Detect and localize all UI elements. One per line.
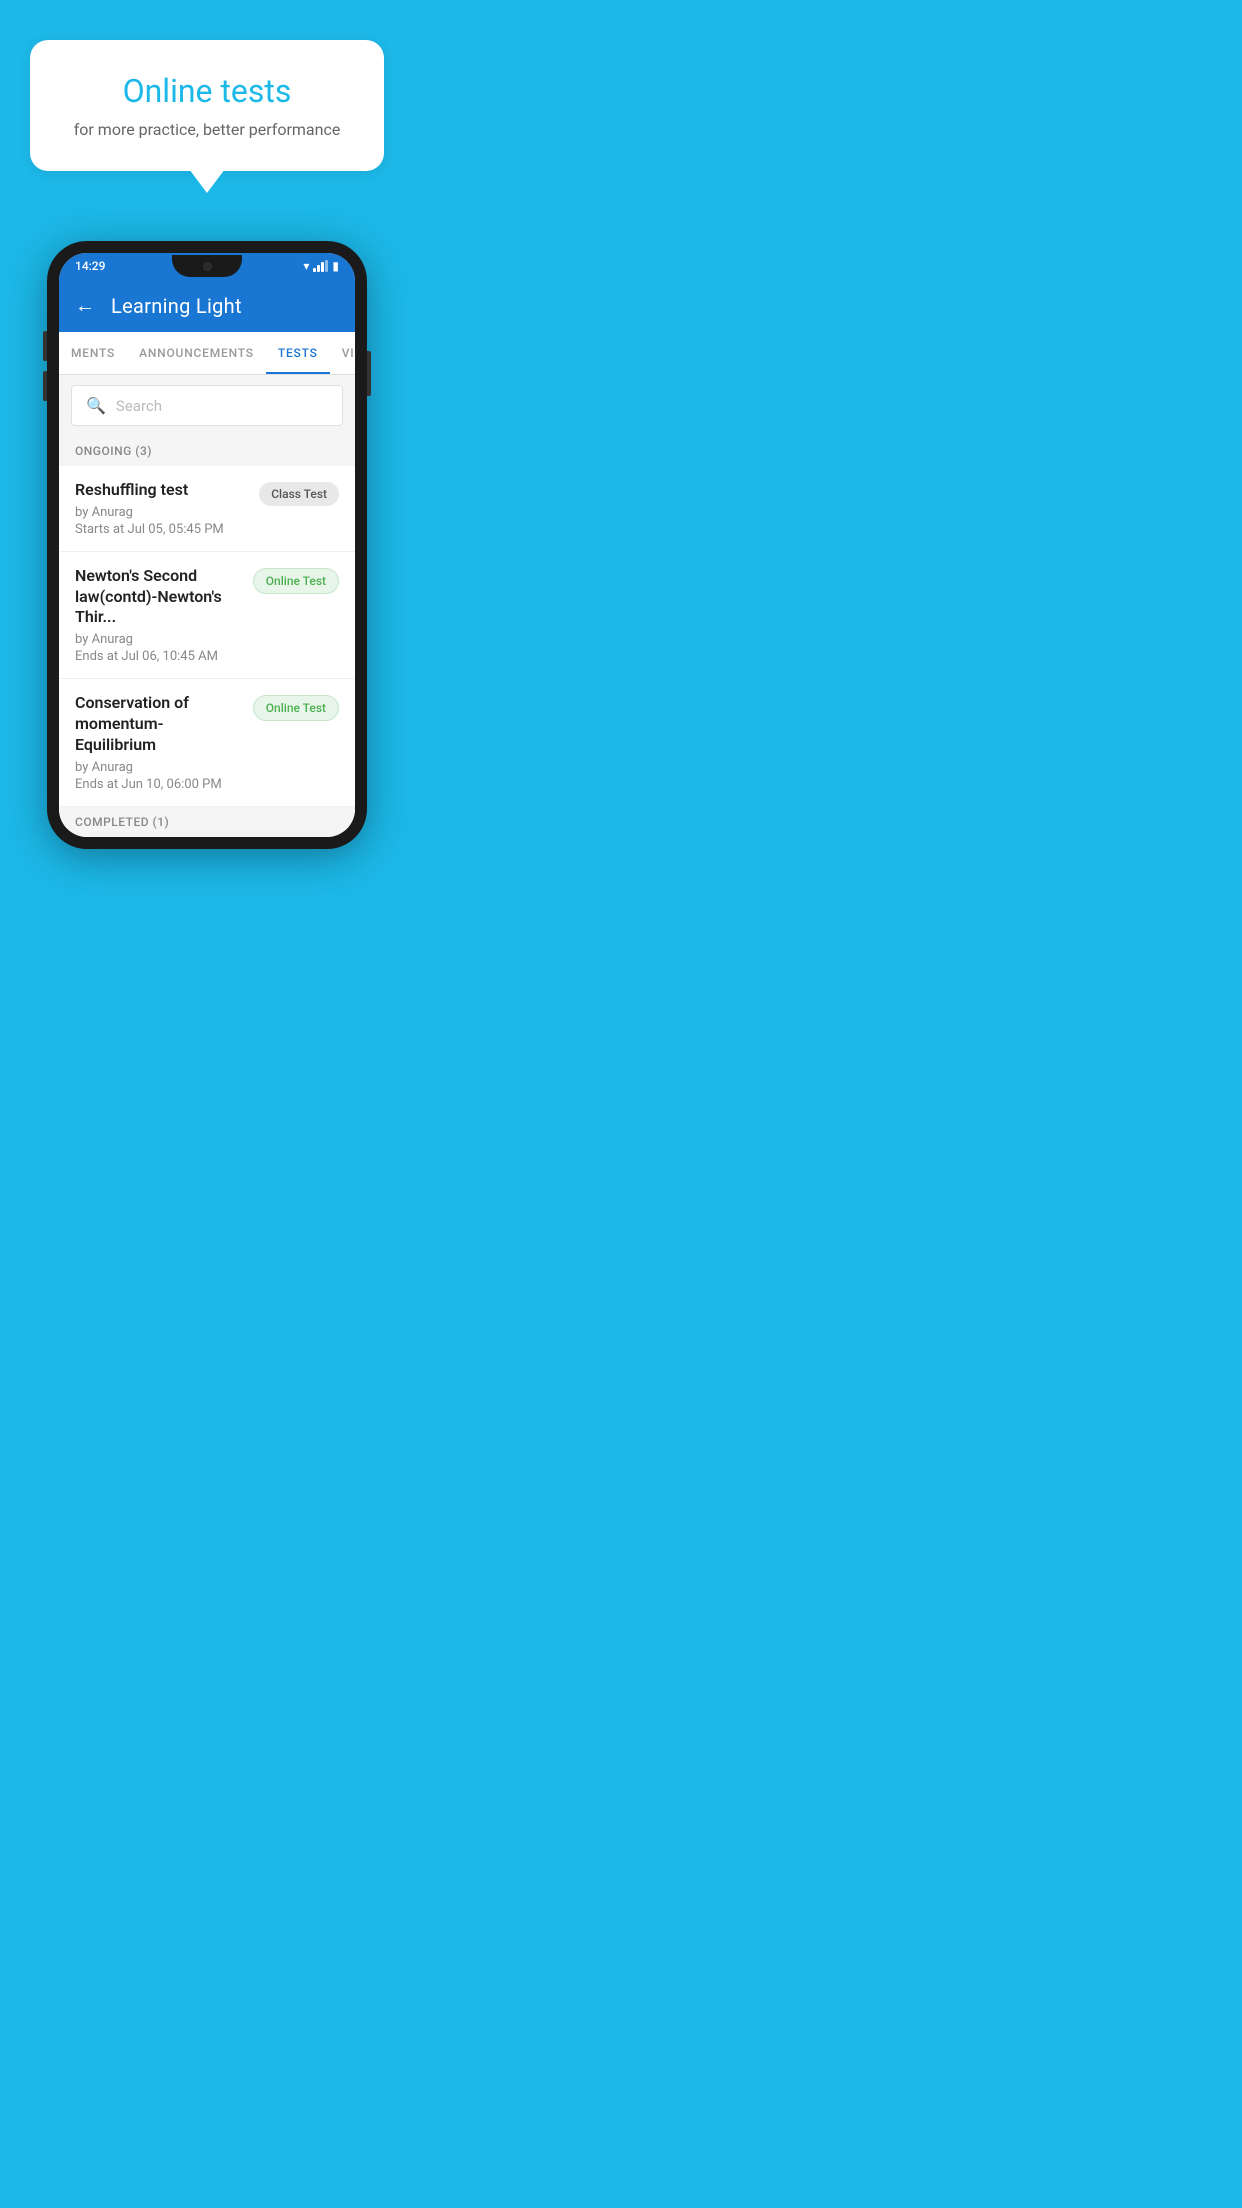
tab-ments[interactable]: MENTS — [59, 332, 127, 374]
phone-notch — [172, 255, 242, 277]
test-info-reshuffling: Reshuffling test by Anurag Starts at Jul… — [75, 480, 247, 537]
test-info-newtons: Newton's Second law(contd)-Newton's Thir… — [75, 566, 241, 664]
promo-subtitle: for more practice, better performance — [70, 120, 344, 139]
completed-section-header: COMPLETED (1) — [59, 807, 355, 837]
test-name-reshuffling: Reshuffling test — [75, 480, 247, 501]
test-author-reshuffling: by Anurag — [75, 505, 247, 520]
test-time-reshuffling: Starts at Jul 05, 05:45 PM — [75, 522, 247, 537]
test-author-conservation: by Anurag — [75, 760, 241, 775]
search-icon: 🔍 — [86, 396, 106, 415]
test-item-reshuffling[interactable]: Reshuffling test by Anurag Starts at Jul… — [59, 466, 355, 552]
test-author-newtons: by Anurag — [75, 632, 241, 647]
test-name-newtons: Newton's Second law(contd)-Newton's Thir… — [75, 566, 241, 628]
test-badge-reshuffling: Class Test — [259, 482, 339, 506]
test-badge-newtons: Online Test — [253, 568, 339, 594]
speech-bubble: Online tests for more practice, better p… — [30, 40, 384, 171]
phone-screen: 14:29 ▾ ▮ ← Learning Light — [59, 253, 355, 837]
phone-mockup: 14:29 ▾ ▮ ← Learning Light — [47, 241, 367, 849]
promo-title: Online tests — [70, 72, 344, 110]
test-name-conservation: Conservation of momentum-Equilibrium — [75, 693, 241, 755]
test-time-conservation: Ends at Jun 10, 06:00 PM — [75, 777, 241, 792]
wifi-icon: ▾ — [303, 259, 309, 273]
battery-icon: ▮ — [332, 259, 339, 273]
test-info-conservation: Conservation of momentum-Equilibrium by … — [75, 693, 241, 791]
tab-announcements[interactable]: ANNOUNCEMENTS — [127, 332, 266, 374]
tab-tests[interactable]: TESTS — [266, 332, 330, 374]
test-time-newtons: Ends at Jul 06, 10:45 AM — [75, 649, 241, 664]
front-camera — [203, 262, 212, 271]
search-box[interactable]: 🔍 Search — [71, 385, 343, 426]
tab-videos[interactable]: VIDEOS — [330, 332, 355, 374]
tab-bar: MENTS ANNOUNCEMENTS TESTS VIDEOS — [59, 332, 355, 375]
app-header: ← Learning Light — [59, 279, 355, 332]
search-container: 🔍 Search — [59, 375, 355, 436]
back-button[interactable]: ← — [75, 293, 95, 318]
status-time: 14:29 — [75, 259, 105, 273]
test-item-newtons[interactable]: Newton's Second law(contd)-Newton's Thir… — [59, 552, 355, 679]
signal-icon — [313, 260, 328, 272]
volume-down-button — [43, 371, 47, 401]
test-item-conservation[interactable]: Conservation of momentum-Equilibrium by … — [59, 679, 355, 806]
volume-up-button — [43, 331, 47, 361]
promo-section: Online tests for more practice, better p… — [0, 0, 414, 191]
power-button — [367, 351, 371, 396]
test-list: Reshuffling test by Anurag Starts at Jul… — [59, 466, 355, 807]
phone-wrapper: 14:29 ▾ ▮ ← Learning Light — [0, 241, 414, 849]
ongoing-section-header: ONGOING (3) — [59, 436, 355, 466]
test-badge-conservation: Online Test — [253, 695, 339, 721]
app-title: Learning Light — [111, 294, 242, 318]
search-input[interactable]: Search — [116, 397, 162, 415]
status-right-icons: ▾ ▮ — [303, 259, 339, 273]
